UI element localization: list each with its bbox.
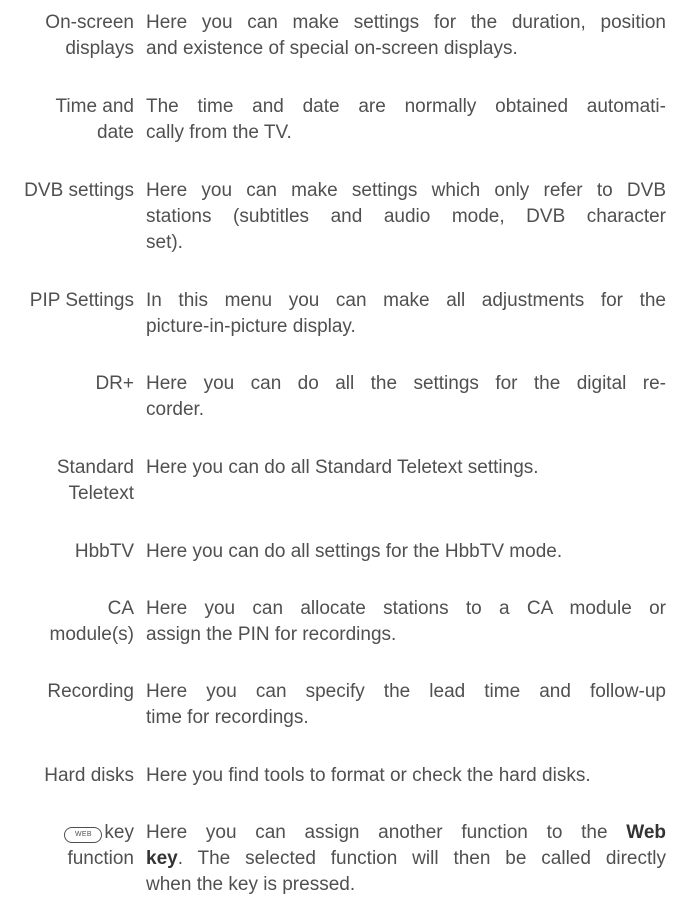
desc-line: Here you can do all settings for the Hbb… [146,541,563,562]
desc-line: The time and date are normally obtained … [146,96,666,117]
entry-description: Here you can do all settings for the Hbb… [146,539,666,565]
desc-line: stations (subtitles and audio mode, DVB … [146,206,666,227]
desc-bold-web: Web [626,822,666,843]
entry-term: HbbTV [0,539,134,565]
desc-line: Here you can do all the settings for the… [146,373,666,394]
entry-description: Here you can make settings which only re… [146,178,666,256]
desc-line: Here you can assign another function to … [146,820,666,846]
desc-line: picture-in-picture display. [146,316,356,337]
desc-line: Here you find tools to format or check t… [146,765,591,786]
term-line: Recording [47,681,134,702]
desc-line: when the key is pressed. [146,874,356,895]
term-line: On-screen [45,12,134,33]
entry-term: DR+ [0,371,134,397]
desc-line: time for recordings. [146,707,309,728]
desc-line: Here you can make settings for the durat… [146,12,666,33]
desc-line: key. The selected function will then be … [146,846,666,872]
term-line: WEB key [0,820,134,846]
term-line: Standard [56,457,134,478]
entry-description: Here you can do all Standard Teletext se… [146,455,666,481]
entry-description: The time and date are normally obtained … [146,94,666,146]
desc-line: cally from the TV. [146,122,292,143]
term-line: Teletext [68,483,134,504]
entry-term: On-screen displays [0,10,134,62]
desc-line: corder. [146,399,205,420]
term-line: function [67,848,134,869]
entry-term: CA module(s) [0,596,134,648]
entry-term: Standard Teletext [0,455,134,507]
desc-text: . The selected function will then be cal… [177,848,666,869]
entry-description: Here you can allocate stations to a CA m… [146,596,666,648]
desc-bold-key: key [146,848,178,869]
term-line: module(s) [49,624,134,645]
manual-page: On-screen displays Here you can make set… [0,0,681,923]
desc-line: Here you can do all Standard Teletext se… [146,457,539,478]
term-line: Time and [55,96,135,117]
desc-line: In this menu you can make all adjustment… [146,290,666,311]
entry-term: PIP Settings [0,288,134,314]
desc-text: Here you can assign another function to … [146,822,608,843]
term-line: CA [107,598,134,619]
web-key-icon: WEB [64,827,103,843]
entry-term: Hard disks [0,763,134,789]
desc-line: Here you can make settings which only re… [146,180,666,201]
desc-line: Here you can allocate stations to a CA m… [146,598,666,619]
desc-line: set). [146,232,183,253]
desc-line: assign the PIN for recordings. [146,624,397,645]
term-line: DVB settings [24,180,134,201]
entry-term: DVB settings [0,178,134,204]
term-line: displays [65,38,134,59]
term-line: date [97,122,134,143]
entry-term: Recording [0,679,134,705]
entry-description: Here you can assign another function to … [146,820,666,898]
entry-term: Time and date [0,94,135,146]
term-line: Hard disks [44,765,134,786]
term-line: HbbTV [74,541,134,562]
term-key-text: key [104,822,134,843]
entry-term: WEB key function [0,820,134,872]
term-line: DR+ [95,373,134,394]
entry-description: Here you can specify the lead time and f… [146,679,666,731]
term-line: PIP Settings [29,290,134,311]
entry-description: Here you find tools to format or check t… [146,763,666,789]
entry-description: In this menu you can make all adjustment… [146,288,666,340]
desc-line: and existence of special on-screen displ… [146,38,518,59]
entry-description: Here you can do all the settings for the… [146,371,666,423]
desc-line: Here you can specify the lead time and f… [146,681,666,702]
entry-description: Here you can make settings for the durat… [146,10,666,62]
